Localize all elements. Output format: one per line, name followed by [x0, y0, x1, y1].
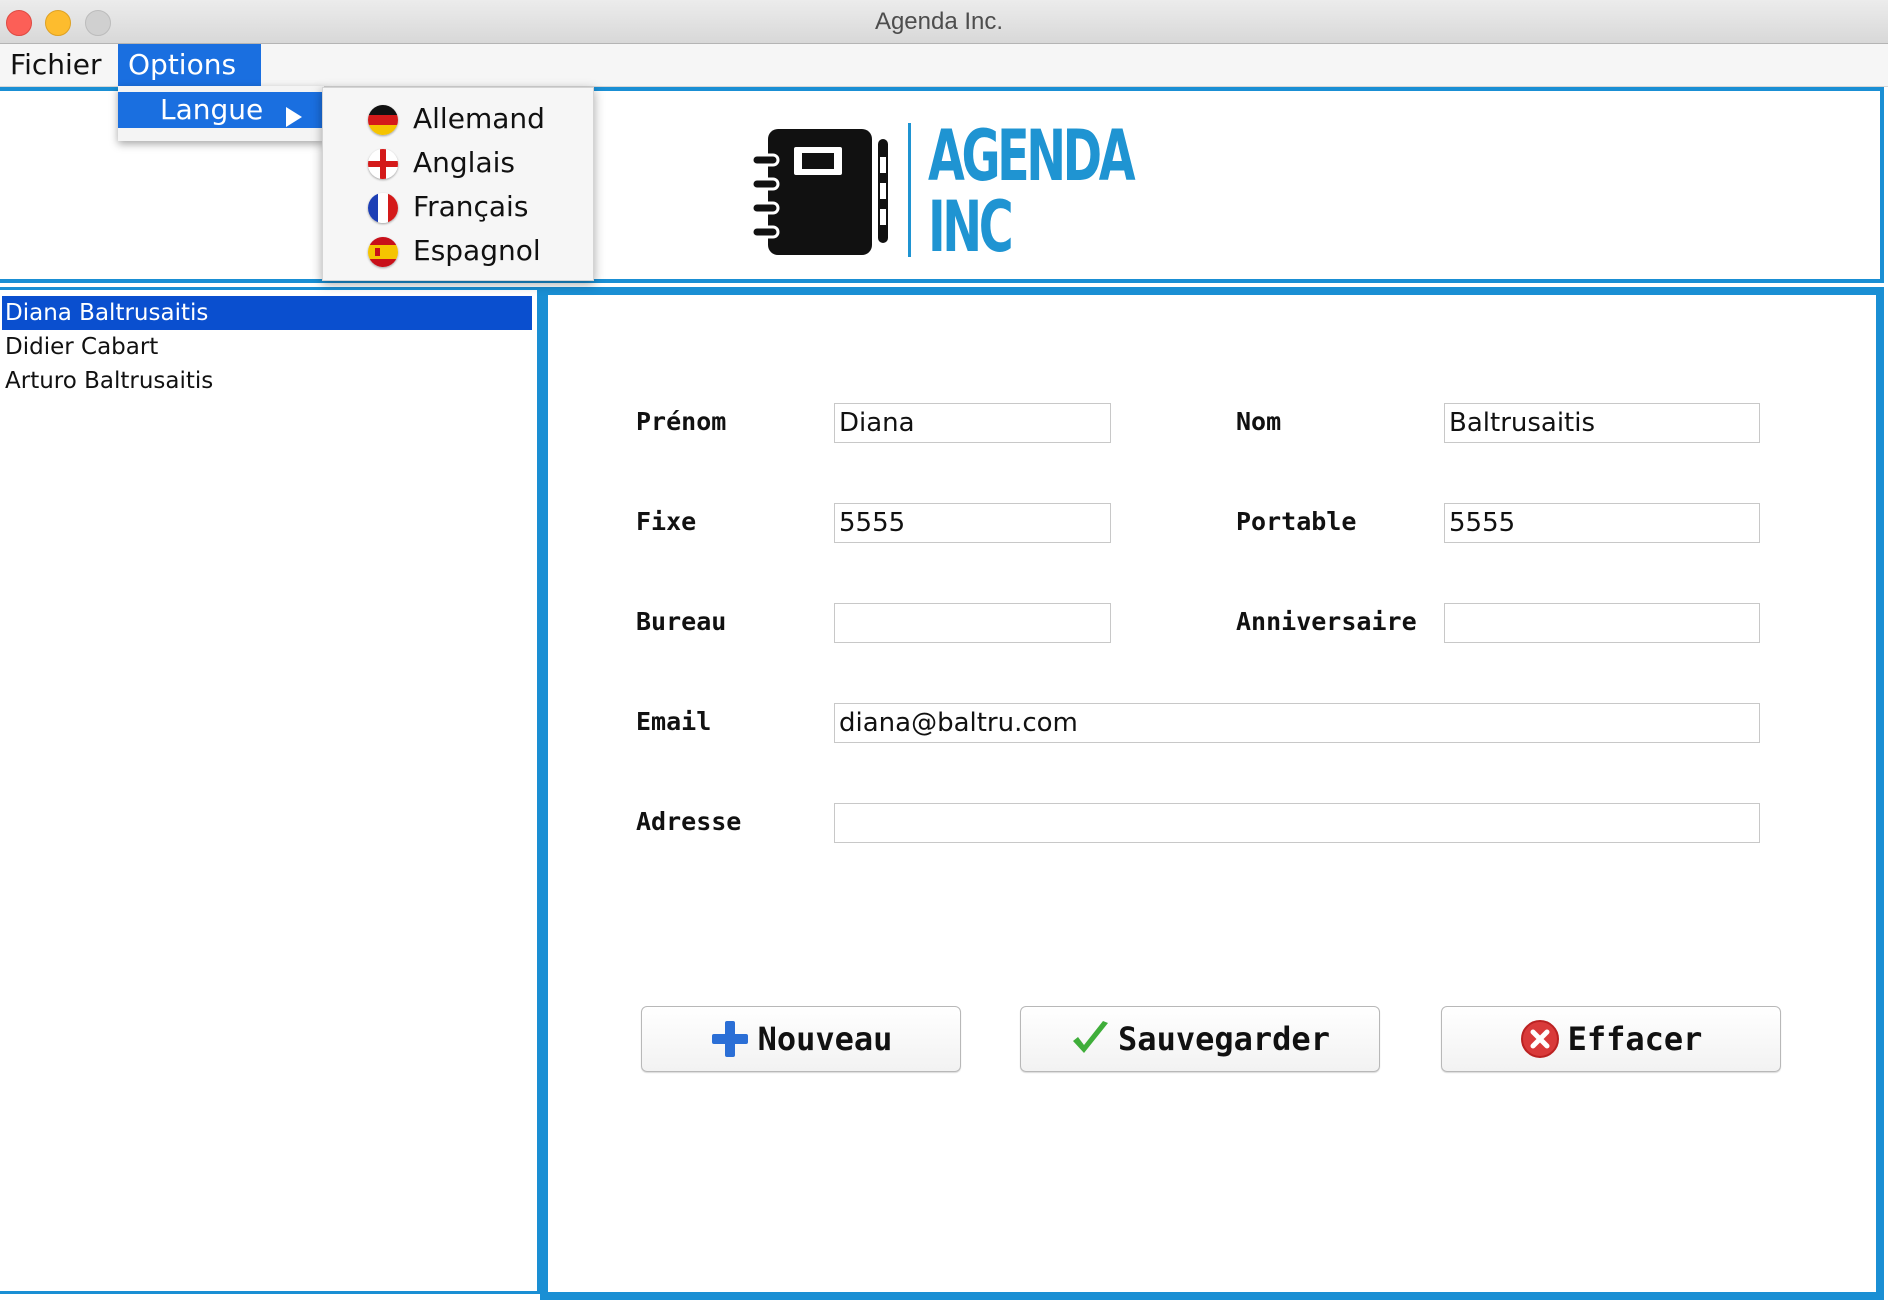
sauvegarder-label: Sauvegarder — [1118, 1020, 1330, 1058]
submenu-arrow-icon — [286, 107, 302, 127]
german-flag-icon — [368, 105, 398, 135]
anniversaire-label: Anniversaire — [1236, 607, 1417, 636]
nom-label: Nom — [1236, 407, 1282, 436]
spanish-flag-icon — [368, 237, 398, 267]
sauvegarder-button[interactable]: Sauvegarder — [1020, 1006, 1380, 1072]
email-field[interactable]: diana@baltru.com — [834, 703, 1760, 743]
contact-list-item[interactable]: Diana Baltrusaitis — [2, 296, 532, 330]
nom-field[interactable]: Baltrusaitis — [1444, 403, 1760, 443]
francais-label: Français — [413, 190, 529, 223]
title-bar: Agenda Inc. — [0, 0, 1888, 44]
french-flag-icon — [368, 193, 398, 223]
delete-icon — [1520, 1019, 1560, 1059]
logo-text: AGENDA INC — [928, 115, 1136, 268]
anglais-label: Anglais — [413, 146, 515, 179]
bureau-field[interactable] — [834, 603, 1111, 643]
menu-item-espagnol[interactable]: Espagnol — [323, 230, 595, 274]
english-flag-icon — [368, 149, 398, 179]
fixe-label: Fixe — [636, 507, 697, 536]
bureau-label: Bureau — [636, 607, 727, 636]
contact-list-item[interactable]: Didier Cabart — [2, 330, 532, 364]
logo-divider — [908, 123, 911, 257]
portable-field[interactable]: 5555 — [1444, 503, 1760, 543]
menu-item-francais[interactable]: Français — [323, 186, 595, 230]
checkmark-icon — [1070, 1019, 1110, 1059]
nouveau-button[interactable]: Nouveau — [641, 1006, 961, 1072]
contact-list[interactable]: Diana Baltrusaitis Didier Cabart Arturo … — [0, 287, 540, 1294]
contact-list-item[interactable]: Arturo Baltrusaitis — [2, 364, 532, 398]
notebook-icon — [750, 129, 888, 255]
menu-fichier[interactable]: Fichier — [0, 44, 102, 86]
portable-label: Portable — [1236, 507, 1357, 536]
nouveau-label: Nouveau — [757, 1020, 893, 1058]
adresse-label: Adresse — [636, 807, 742, 836]
allemand-label: Allemand — [413, 102, 545, 135]
window-title: Agenda Inc. — [874, 8, 1004, 35]
logo-line-agenda: AGENDA — [928, 115, 1136, 197]
anniversaire-field[interactable] — [1444, 603, 1760, 643]
prenom-label: Prénom — [636, 407, 727, 436]
espagnol-label: Espagnol — [413, 234, 541, 267]
logo-line-inc: INC — [928, 186, 1014, 268]
prenom-field[interactable]: Diana — [834, 403, 1111, 443]
menu-bar: Fichier Options — [0, 44, 1888, 87]
menu-item-allemand[interactable]: Allemand — [323, 98, 595, 142]
email-label: Email — [636, 707, 712, 736]
contact-form: Prénom Diana Nom Baltrusaitis Fixe 5555 … — [540, 287, 1884, 1300]
adresse-field[interactable] — [834, 803, 1760, 843]
menu-item-anglais[interactable]: Anglais — [323, 142, 595, 186]
agenda-logo: AGENDA INC — [750, 115, 1136, 268]
menu-options[interactable]: Options — [118, 44, 261, 86]
effacer-label: Effacer — [1567, 1020, 1703, 1058]
langue-submenu: Allemand Anglais Français Espagnol — [322, 87, 594, 281]
effacer-button[interactable]: Effacer — [1441, 1006, 1781, 1072]
fixe-field[interactable]: 5555 — [834, 503, 1111, 543]
plus-icon — [710, 1019, 750, 1059]
